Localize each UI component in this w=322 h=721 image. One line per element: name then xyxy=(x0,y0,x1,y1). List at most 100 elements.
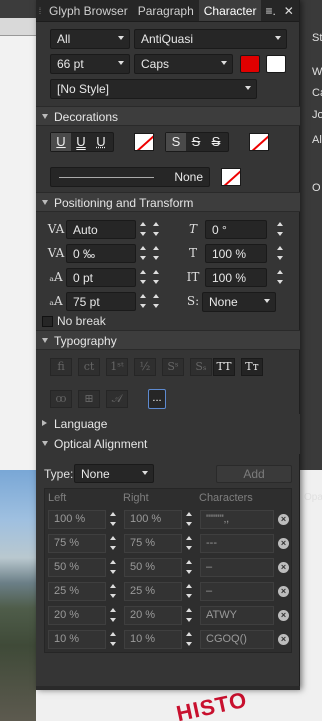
remove-row-icon[interactable]: × xyxy=(278,562,289,573)
left-cell[interactable]: 10 % xyxy=(48,630,106,649)
right-spinner[interactable] xyxy=(185,582,194,600)
characters-cell[interactable]: '""""‚, xyxy=(200,510,274,529)
strikethrough-button[interactable]: S xyxy=(186,133,206,151)
tab-glyph-browser[interactable]: Glyph Browser xyxy=(44,0,133,21)
tracking-dropdown[interactable] xyxy=(152,244,161,262)
no-break-checkbox[interactable] xyxy=(42,316,53,327)
remove-row-icon[interactable]: × xyxy=(278,634,289,645)
characters-cell[interactable]: --- xyxy=(200,534,274,553)
expand-icon xyxy=(42,338,48,343)
positioning-header[interactable]: Positioning and Transform xyxy=(36,192,300,212)
caps-dropdown[interactable]: Caps xyxy=(134,54,233,74)
left-cell[interactable]: 25 % xyxy=(48,582,106,601)
left-spinner[interactable] xyxy=(109,606,118,624)
typography-header[interactable]: Typography xyxy=(36,330,300,350)
no-strike-button[interactable]: S xyxy=(166,133,186,151)
characters-cell[interactable]: – xyxy=(200,558,274,577)
remove-row-icon[interactable]: × xyxy=(278,610,289,621)
strike-color-swatch[interactable] xyxy=(249,133,269,151)
characters-cell[interactable]: – xyxy=(200,582,274,601)
tracking-spinner[interactable] xyxy=(139,244,148,262)
superscript-button[interactable]: Sˢ xyxy=(162,358,184,376)
vertical-scale-field[interactable]: 100 % xyxy=(205,268,267,287)
alternates-button[interactable]: 𝒜 xyxy=(106,390,128,408)
leading-field[interactable]: Auto xyxy=(66,220,136,239)
kerning-field[interactable]: 75 pt xyxy=(66,292,136,311)
decorations-header[interactable]: Decorations xyxy=(36,106,300,126)
optical-alignment-header[interactable]: Optical Alignment xyxy=(36,434,300,454)
right-cell[interactable]: 20 % xyxy=(124,606,182,625)
left-cell[interactable]: 100 % xyxy=(48,510,106,529)
left-spinner[interactable] xyxy=(109,558,118,576)
right-cell[interactable]: 50 % xyxy=(124,558,182,577)
optical-type-dropdown[interactable]: None xyxy=(74,464,154,483)
baseline-field[interactable]: 0 pt xyxy=(66,268,136,287)
panel-menu-icon[interactable]: ≡. xyxy=(261,0,279,21)
left-cell[interactable]: 20 % xyxy=(48,606,106,625)
right-cell[interactable]: 25 % xyxy=(124,582,182,601)
shear-dropdown[interactable]: None xyxy=(202,292,276,312)
left-spinner[interactable] xyxy=(109,582,118,600)
small-caps-button[interactable]: Tᴛ xyxy=(241,358,263,376)
font-size-dropdown[interactable]: 66 pt xyxy=(50,54,130,74)
tab-character[interactable]: Character xyxy=(198,0,262,21)
panel-resize-edge[interactable] xyxy=(36,686,300,690)
baseline-dropdown[interactable] xyxy=(152,268,161,286)
baseline-spinner[interactable] xyxy=(139,268,148,286)
font-collection-dropdown[interactable]: All xyxy=(50,29,130,49)
text-fill-swatch[interactable] xyxy=(240,55,260,73)
grip-icon[interactable]: ⁞ xyxy=(36,0,44,21)
remove-row-icon[interactable]: × xyxy=(278,514,289,525)
underline-double-button[interactable]: U xyxy=(71,133,91,151)
kerning-dropdown[interactable] xyxy=(152,292,161,310)
close-icon[interactable]: ✕ xyxy=(280,0,298,21)
left-spinner[interactable] xyxy=(109,534,118,552)
right-cell[interactable]: 100 % xyxy=(124,510,182,529)
tab-paragraph[interactable]: Paragraph xyxy=(133,0,199,21)
left-cell[interactable]: 50 % xyxy=(48,558,106,577)
underline-single-button[interactable]: U xyxy=(51,133,71,151)
double-strike-button[interactable]: S xyxy=(206,133,226,151)
kerning-spinner[interactable] xyxy=(139,292,148,310)
right-spinner[interactable] xyxy=(185,558,194,576)
leading-spinner[interactable] xyxy=(139,220,148,238)
underline-custom-button[interactable]: U xyxy=(91,133,111,151)
decoration-line-style[interactable]: None xyxy=(50,167,210,187)
decoration-line-color-swatch[interactable] xyxy=(221,168,241,186)
vertical-scale-spinner[interactable] xyxy=(276,268,285,286)
add-button[interactable]: Add xyxy=(216,465,292,483)
right-cell[interactable]: 75 % xyxy=(124,534,182,553)
text-background-swatch[interactable] xyxy=(266,55,286,73)
right-spinner[interactable] xyxy=(185,606,194,624)
skew-spinner[interactable] xyxy=(276,220,285,238)
language-header[interactable]: Language xyxy=(36,414,300,434)
swash-button[interactable]: ⊞ xyxy=(78,390,100,408)
discretionary-ligatures-button[interactable]: ct xyxy=(78,358,100,376)
fractions-button[interactable]: ½ xyxy=(134,358,156,376)
all-caps-button[interactable]: TT xyxy=(213,358,235,376)
underline-color-swatch[interactable] xyxy=(134,133,154,151)
horizontal-scale-field[interactable]: 100 % xyxy=(205,244,267,263)
horizontal-scale-spinner[interactable] xyxy=(276,244,285,262)
more-typography-button[interactable]: ... xyxy=(148,389,166,409)
tracking-field[interactable]: 0 ‰ xyxy=(66,244,136,263)
ordinals-button[interactable]: 1ˢᵗ xyxy=(106,358,128,376)
leading-dropdown[interactable] xyxy=(152,220,161,238)
characters-cell[interactable]: ATWY xyxy=(200,606,274,625)
stylistic-set-button[interactable]: ꝏ xyxy=(50,390,72,408)
ligatures-button[interactable]: fi xyxy=(50,358,72,376)
text-style-dropdown[interactable]: [No Style] xyxy=(50,79,257,99)
left-cell[interactable]: 75 % xyxy=(48,534,106,553)
skew-field[interactable]: 0 ° xyxy=(205,220,267,239)
font-family-dropdown[interactable]: AntiQuasi xyxy=(134,29,287,49)
subscript-button[interactable]: Sₛ xyxy=(190,358,212,376)
remove-row-icon[interactable]: × xyxy=(278,586,289,597)
characters-cell[interactable]: CGOQ() xyxy=(200,630,274,649)
left-spinner[interactable] xyxy=(109,510,118,528)
right-spinner[interactable] xyxy=(185,510,194,528)
remove-row-icon[interactable]: × xyxy=(278,538,289,549)
left-spinner[interactable] xyxy=(109,630,118,648)
right-cell[interactable]: 10 % xyxy=(124,630,182,649)
right-spinner[interactable] xyxy=(185,630,194,648)
right-spinner[interactable] xyxy=(185,534,194,552)
